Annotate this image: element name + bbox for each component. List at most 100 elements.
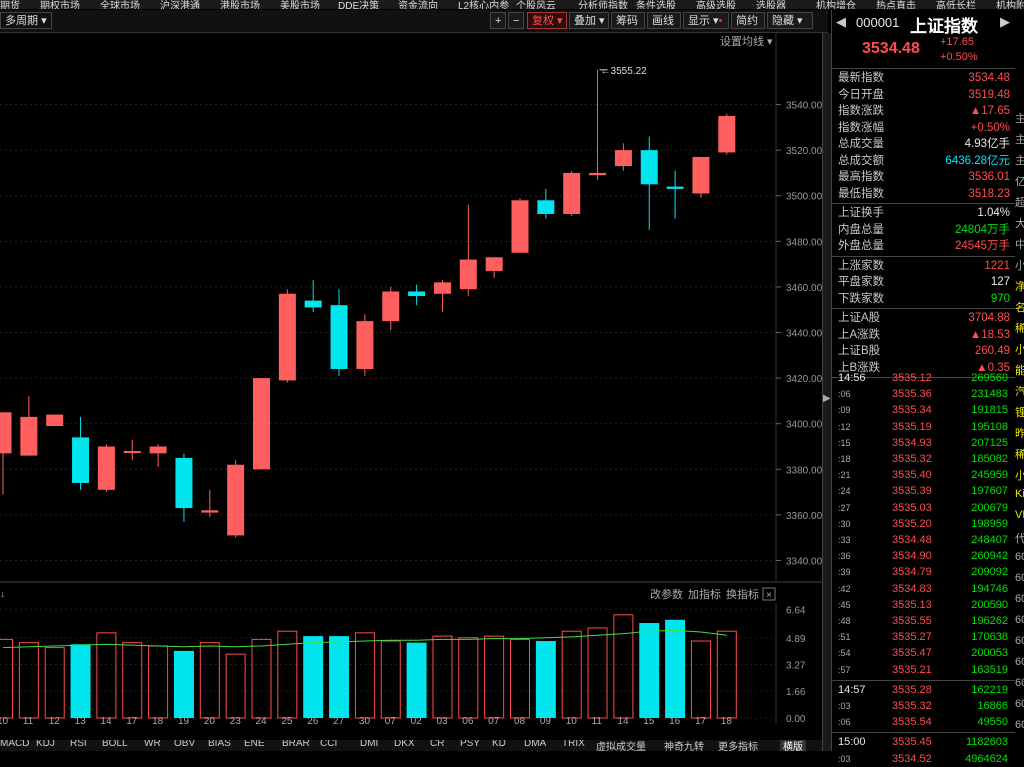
volume-chart[interactable]: ↓ 改参数加指标换指标 × 6.64 4.89 3.27 1.66 0.00 10 11 12 13…: [0, 585, 828, 725]
candle[interactable]: [718, 113, 736, 155]
indicator-tab[interactable]: BIAS: [208, 740, 231, 749]
candle[interactable]: [382, 286, 400, 331]
indicator-tab[interactable]: 神奇九转: [664, 740, 704, 751]
candle[interactable]: [46, 414, 64, 426]
indicator-tab[interactable]: BRAR: [282, 740, 310, 749]
side-list-item[interactable]: 主: [1015, 152, 1024, 168]
candlestick-chart[interactable]: 3540.00 3520.00 3500.00 3480.00 3460.00 3440.…: [0, 33, 828, 593]
top-menu-item[interactable]: 条件选股: [636, 0, 676, 9]
indicator-button[interactable]: 加指标: [688, 587, 721, 601]
side-list-item[interactable]: 60: [1015, 593, 1024, 605]
top-menu-item[interactable]: 资金流向: [398, 0, 438, 9]
indicator-tab[interactable]: WR: [144, 740, 161, 749]
top-menu-item[interactable]: 高级选股: [696, 0, 736, 9]
indicator-tab[interactable]: DMI: [360, 740, 378, 749]
indicator-tab[interactable]: ENE: [244, 740, 265, 749]
side-list-item[interactable]: 60: [1015, 635, 1024, 647]
side-list-item[interactable]: 60: [1015, 614, 1024, 626]
overlay-button[interactable]: 叠加 ▾: [569, 12, 609, 29]
indicator-tab[interactable]: DMA: [524, 740, 546, 749]
chips-button[interactable]: 筹码: [611, 12, 645, 29]
indicator-tab[interactable]: KDJ: [36, 740, 55, 749]
indicator-tab[interactable]: PSY: [460, 740, 480, 749]
candle[interactable]: [20, 396, 38, 456]
candle[interactable]: [459, 204, 477, 297]
side-list-item[interactable]: 小: [1015, 467, 1024, 483]
hide-button[interactable]: 隐藏 ▾: [767, 12, 813, 29]
candle[interactable]: [175, 453, 193, 522]
indicator-tab[interactable]: RSI: [70, 740, 87, 749]
side-list-item[interactable]: 主: [1015, 131, 1024, 147]
zoom-out-button[interactable]: −: [508, 12, 525, 29]
side-list-item[interactable]: 大: [1015, 215, 1024, 231]
candle[interactable]: [511, 198, 529, 253]
next-stock-icon[interactable]: ▶: [1000, 14, 1010, 30]
zoom-in-button[interactable]: +: [490, 12, 507, 29]
top-menu-item[interactable]: 分析师指数: [578, 0, 628, 9]
top-menu-item[interactable]: 沪深港通: [160, 0, 200, 9]
top-menu-item[interactable]: DDE决策: [338, 0, 379, 9]
top-menu-item[interactable]: 机构增仓: [816, 0, 856, 9]
side-list-item[interactable]: 60: [1015, 719, 1024, 731]
top-menu-item[interactable]: 全球市场: [100, 0, 140, 9]
candle[interactable]: [614, 143, 632, 171]
candle[interactable]: [640, 136, 658, 230]
candle[interactable]: [278, 289, 296, 383]
indicator-tab[interactable]: CCI: [320, 740, 337, 749]
side-list-item[interactable]: 60: [1015, 572, 1024, 584]
candle[interactable]: [666, 170, 684, 219]
indicator-tab[interactable]: 更多指标: [718, 740, 758, 751]
candle[interactable]: [485, 257, 503, 278]
fuquan-button[interactable]: 复权 ▾: [527, 12, 567, 29]
candle[interactable]: [97, 444, 115, 493]
panel-splitter[interactable]: ▶: [822, 33, 831, 751]
top-menu-item[interactable]: 热点直击: [876, 0, 916, 9]
ma-settings-link[interactable]: 设置均线 ▾: [720, 34, 773, 48]
side-list-item[interactable]: 昨: [1015, 425, 1024, 441]
indicator-tab[interactable]: 横版: [780, 740, 806, 751]
side-list-item[interactable]: 60: [1015, 698, 1024, 710]
indicator-tab[interactable]: CR: [430, 740, 444, 749]
candle[interactable]: [692, 156, 710, 199]
candle[interactable]: [433, 280, 451, 312]
indicator-tab[interactable]: OBV: [174, 740, 195, 749]
indicator-button[interactable]: 改参数: [650, 587, 683, 601]
side-list-item[interactable]: 亿: [1015, 173, 1024, 189]
period-selector[interactable]: 多周期 ▾: [0, 12, 52, 29]
side-list-item[interactable]: 60: [1015, 656, 1024, 668]
top-menu-item[interactable]: 期货: [0, 0, 20, 9]
top-menu-item[interactable]: 个股风云: [516, 0, 556, 9]
side-list-item[interactable]: 名: [1015, 299, 1024, 315]
top-menu-item[interactable]: 期权市场: [40, 0, 80, 9]
candle[interactable]: [149, 444, 167, 468]
indicator-tab[interactable]: 虚拟成交量: [596, 740, 646, 751]
side-list-item[interactable]: 锂: [1015, 404, 1024, 420]
top-menu-item[interactable]: 美股市场: [280, 0, 320, 9]
indicator-tab[interactable]: TRIX: [562, 740, 585, 749]
top-menu-item[interactable]: L2核心内参: [458, 0, 509, 9]
candle[interactable]: [304, 280, 322, 312]
candle[interactable]: [563, 170, 581, 217]
top-menu-item[interactable]: 港股市场: [220, 0, 260, 9]
candle[interactable]: [537, 188, 555, 219]
candle[interactable]: [330, 289, 348, 376]
side-list-item[interactable]: 汽: [1015, 383, 1024, 399]
side-list-item[interactable]: 60: [1015, 551, 1024, 563]
side-list-item[interactable]: 60: [1015, 677, 1024, 689]
side-list-item[interactable]: 代: [1015, 530, 1024, 546]
top-menu-item[interactable]: 选股器: [756, 0, 786, 9]
side-list-item[interactable]: Ki: [1015, 488, 1024, 500]
side-list-item[interactable]: 小: [1015, 341, 1024, 357]
candle[interactable]: [72, 416, 90, 490]
side-list-item[interactable]: 稀: [1015, 446, 1024, 462]
top-menu-item[interactable]: 高低长栏: [936, 0, 976, 9]
indicator-tab[interactable]: KD: [492, 740, 506, 749]
candle[interactable]: [356, 314, 374, 376]
indicator-tab[interactable]: DKX: [394, 740, 415, 749]
display-button[interactable]: 显示 ▾•: [683, 12, 729, 29]
candle[interactable]: [408, 284, 426, 306]
side-list-item[interactable]: 中: [1015, 236, 1024, 252]
candle[interactable]: [227, 460, 245, 538]
simple-button[interactable]: 简约: [731, 12, 765, 29]
candle[interactable]: [201, 489, 219, 518]
